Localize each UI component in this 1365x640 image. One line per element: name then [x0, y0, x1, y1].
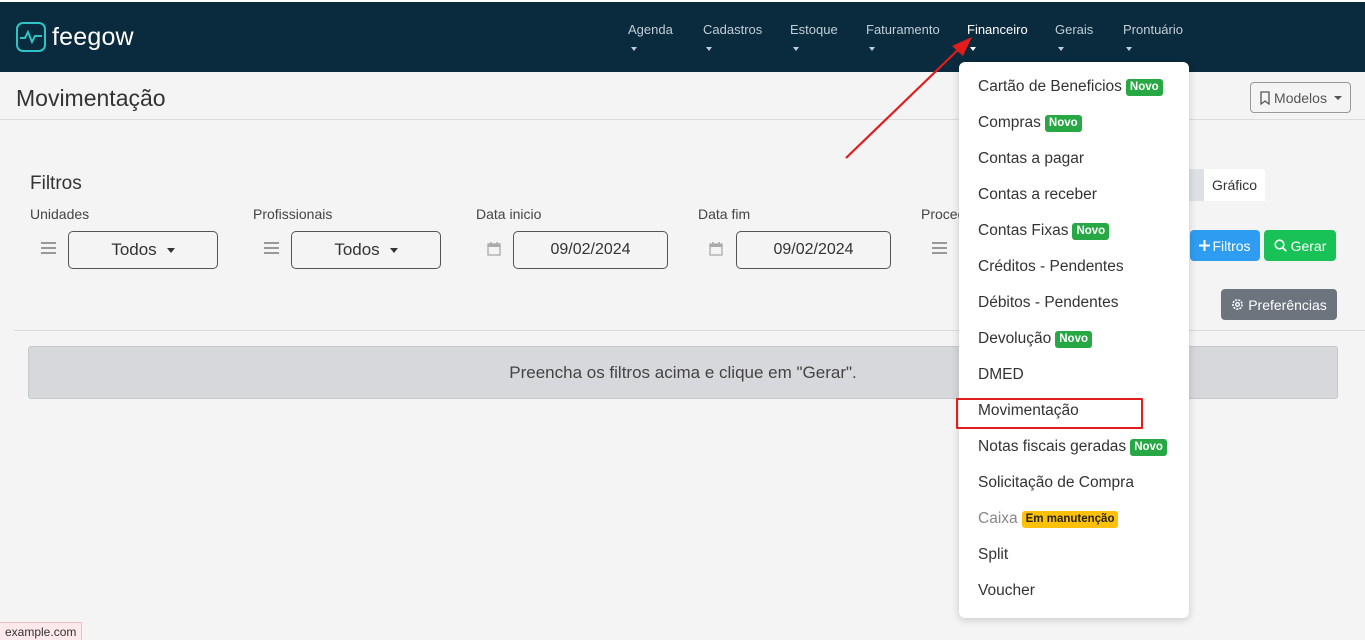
menu-item-label: Solicitação de Compra	[978, 474, 1134, 491]
menu-item-label: Voucher	[978, 582, 1035, 599]
novo-badge: Novo	[1130, 438, 1167, 456]
novo-badge: Novo	[1072, 222, 1110, 240]
logo-pulse-icon	[16, 22, 46, 52]
nav-label: Gerais	[1055, 22, 1094, 37]
caret-down-icon	[793, 47, 799, 51]
preferencias-label: Preferências	[1248, 296, 1327, 313]
search-icon	[1273, 239, 1287, 252]
nav-estoque[interactable]: Estoque	[790, 22, 838, 51]
caret-down-icon	[389, 247, 398, 253]
caret-down-icon	[1058, 47, 1064, 51]
filtros-label: Filtros	[1212, 237, 1251, 254]
caret-down-icon	[631, 47, 637, 51]
bookmark-icon	[1260, 90, 1270, 105]
list-icon	[264, 241, 279, 260]
menu-item-label: DMED	[978, 366, 1024, 383]
status-bar-url: example.com	[0, 622, 83, 640]
modelos-label: Modelos	[1274, 89, 1327, 106]
menu-item-label: Contas Fixas	[978, 222, 1069, 239]
list-icon	[41, 241, 56, 260]
data-fim-label: Data fim	[698, 206, 751, 222]
menu-item-label: Notas fiscais geradas	[978, 438, 1127, 455]
tab-grafico[interactable]: Gráfico	[1204, 169, 1265, 201]
profissionais-label: Profissionais	[253, 206, 333, 222]
unidades-value: Todos	[111, 240, 157, 259]
caret-down-icon	[1126, 47, 1132, 51]
caret-down-icon	[1333, 95, 1342, 100]
nav-label: Cadastros	[703, 22, 763, 37]
menu-item-voucher[interactable]: Voucher	[978, 582, 1035, 600]
calendar-icon	[709, 241, 723, 261]
caret-down-icon	[706, 47, 712, 51]
calendar-icon	[487, 241, 501, 261]
nav-cadastros[interactable]: Cadastros	[703, 22, 762, 51]
nav-label: Estoque	[790, 22, 838, 37]
menu-item-contas-pagar[interactable]: Contas a pagar	[978, 150, 1084, 168]
alert-message: Preencha os filtros acima e clique em "G…	[509, 362, 857, 382]
unidades-label: Unidades	[30, 206, 90, 222]
plus-icon	[1199, 240, 1211, 251]
novo-badge: Novo	[1055, 330, 1092, 348]
logo-text: feegow	[52, 22, 134, 51]
menu-item-label: Contas a receber	[978, 186, 1097, 203]
nav-label: Prontuário	[1123, 22, 1183, 37]
gear-icon	[1232, 299, 1244, 310]
novo-badge: Novo	[1044, 114, 1082, 132]
red-arrow-annotation	[845, 37, 972, 159]
novo-badge: Novo	[1125, 78, 1163, 96]
menu-item-label: Caixa	[978, 510, 1018, 527]
menu-item-split[interactable]: Split	[978, 546, 1008, 564]
profissionais-value: Todos	[334, 240, 380, 259]
preferencias-button[interactable]: Preferências	[1221, 289, 1337, 320]
menu-item-solicitacao-compra[interactable]: Solicitação de Compra	[978, 474, 1134, 492]
financeiro-dropdown-menu: Cartão de Beneficios Novo Compras Novo Con…	[959, 62, 1189, 618]
nav-agenda[interactable]: Agenda	[628, 22, 673, 51]
page-title: Movimentação	[16, 85, 166, 111]
menu-item-label: Cartão de Beneficios	[978, 78, 1122, 95]
menu-item-contas-receber[interactable]: Contas a receber	[978, 186, 1097, 204]
gerar-button[interactable]: Gerar	[1264, 230, 1336, 261]
menu-item-caixa[interactable]: Caixa Em manutenção	[978, 510, 1119, 528]
filtros-button[interactable]: Filtros	[1190, 230, 1260, 261]
menu-item-dmed[interactable]: DMED	[978, 366, 1024, 384]
menu-item-label: Créditos - Pendentes	[978, 258, 1124, 275]
unidades-select[interactable]: Todos	[68, 231, 218, 269]
menu-item-cartao-beneficios[interactable]: Cartão de Beneficios Novo	[978, 78, 1163, 96]
menu-item-debitos-pendentes[interactable]: Débitos - Pendentes	[978, 294, 1118, 312]
menu-item-label: Split	[978, 546, 1009, 563]
menu-item-contas-fixas[interactable]: Contas Fixas Novo	[978, 222, 1110, 240]
nav-label: Agenda	[628, 22, 673, 37]
modelos-button[interactable]: Modelos	[1250, 82, 1351, 113]
caret-down-icon	[166, 247, 175, 253]
nav-prontuario[interactable]: Prontuário	[1123, 22, 1183, 51]
menu-item-label: Compras	[978, 114, 1041, 131]
menu-item-label: Contas a pagar	[978, 150, 1084, 167]
gerar-label: Gerar	[1290, 237, 1327, 254]
data-inicio-label: Data inicio	[476, 206, 542, 222]
feegow-logo[interactable]: feegow	[16, 22, 134, 52]
menu-item-label: Devolução	[978, 330, 1052, 347]
list-icon	[932, 241, 947, 260]
filters-title: Filtros	[30, 173, 82, 194]
maintenance-badge: Em manutenção	[1021, 510, 1119, 528]
menu-item-label: Débitos - Pendentes	[978, 294, 1119, 311]
highlight-box-annotation	[956, 398, 1143, 429]
menu-item-creditos-pendentes[interactable]: Créditos - Pendentes	[978, 258, 1124, 276]
menu-item-notas-fiscais[interactable]: Notas fiscais geradas Novo	[978, 438, 1167, 456]
menu-item-devolucao[interactable]: Devolução Novo	[978, 330, 1092, 348]
menu-item-compras[interactable]: Compras Novo	[978, 114, 1082, 132]
nav-gerais[interactable]: Gerais	[1055, 22, 1093, 51]
data-fim-input[interactable]: 09/02/2024	[736, 231, 891, 269]
data-inicio-input[interactable]: 09/02/2024	[513, 231, 668, 269]
profissionais-select[interactable]: Todos	[291, 231, 441, 269]
